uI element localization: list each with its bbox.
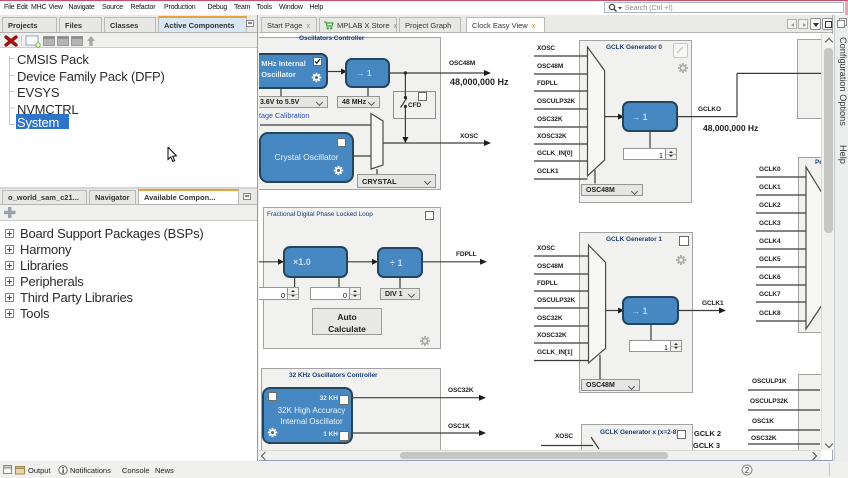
svg-text:2: 2	[745, 466, 750, 475]
